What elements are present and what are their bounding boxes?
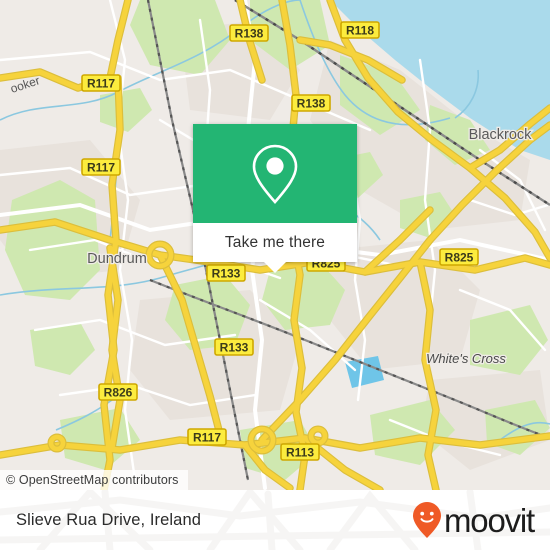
road-shield: R138 xyxy=(291,94,331,112)
road-shield: R825 xyxy=(439,248,479,266)
callout-icon-area xyxy=(193,124,357,223)
moovit-pin-icon xyxy=(413,502,441,538)
moovit-logo[interactable]: moovit xyxy=(412,501,535,539)
map-attribution[interactable]: © OpenStreetMap contributors xyxy=(0,470,188,490)
road-shield: R113 xyxy=(280,443,320,461)
road-shield-label: R117 xyxy=(87,160,115,174)
road-shield-label: R825 xyxy=(445,250,474,264)
location-title: Slieve Rua Drive, Ireland xyxy=(16,510,201,529)
road-shield: R138 xyxy=(229,24,269,42)
callout-button-label: Take me there xyxy=(224,233,326,251)
road-shield: R133 xyxy=(206,264,246,282)
road-shield: R826 xyxy=(98,383,138,401)
place-label: Blackrock xyxy=(469,127,533,143)
road-shield-label: R138 xyxy=(297,96,326,110)
road-shield-label: R826 xyxy=(104,385,133,399)
road-shield-label: R117 xyxy=(193,430,221,444)
place-label: Dundrum xyxy=(87,251,147,267)
road-shield: R133 xyxy=(214,338,254,356)
footer-bar: Slieve Rua Drive, Ireland moovit xyxy=(0,490,550,550)
road-shield-label: R117 xyxy=(87,76,115,90)
callout-tail xyxy=(264,262,286,273)
road-shield: R117 xyxy=(187,428,227,446)
road-shield-label: R133 xyxy=(212,266,241,280)
moovit-wordmark: moovit xyxy=(444,501,535,539)
road-shield-label: R113 xyxy=(286,445,314,459)
road-shield-label: R118 xyxy=(346,23,374,37)
place-label: White's Cross xyxy=(426,351,506,366)
map-screenshot: Blackrock Dundrum White's Cross ooker R138 R… xyxy=(0,0,550,550)
callout-button[interactable]: Take me there xyxy=(193,223,357,273)
road-shield-label: R133 xyxy=(220,340,249,354)
road-shield: R117 xyxy=(81,158,121,176)
road-shield-label: R138 xyxy=(235,26,264,40)
road-shield: R117 xyxy=(81,74,121,92)
map-pin-icon xyxy=(252,144,298,204)
road-shield: R118 xyxy=(340,21,380,39)
take-me-there-callout[interactable]: Take me there xyxy=(193,124,357,273)
